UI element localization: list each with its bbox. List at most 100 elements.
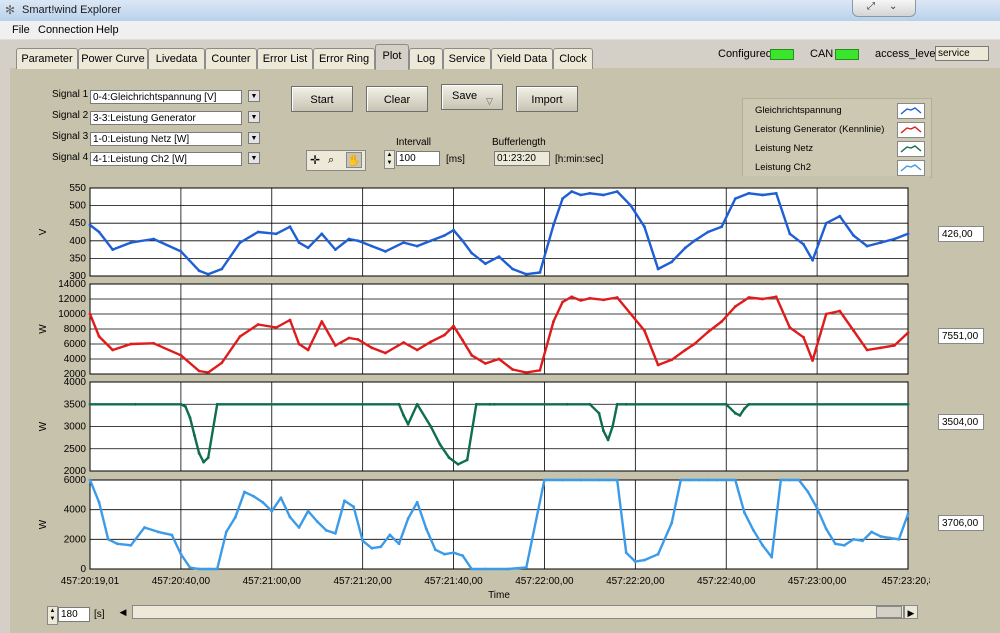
chevron-down-icon[interactable]: ▼: [248, 90, 260, 102]
data-point: [134, 402, 137, 406]
clear-button[interactable]: Clear: [366, 86, 428, 112]
data-point: [579, 299, 583, 302]
readout-signal-1: 426,00: [938, 226, 984, 242]
data-point: [852, 329, 855, 332]
data-point: [865, 244, 869, 248]
signal-2-select[interactable]: 3-3:Leistung Generator: [90, 111, 242, 125]
chevron-down-icon[interactable]: ⌄: [889, 1, 897, 12]
data-point: [656, 363, 660, 367]
crosshair-icon[interactable]: ✛: [310, 153, 324, 167]
data-point: [188, 566, 192, 569]
legend-item[interactable]: Leistung Generator (Kennlinie): [743, 120, 931, 139]
data-point: [811, 359, 814, 362]
intervall-stepper[interactable]: ▲ ▼: [384, 150, 395, 169]
save-button[interactable]: Save ▽: [441, 84, 503, 110]
tab-error-list[interactable]: Error List: [257, 48, 313, 69]
access-level-field[interactable]: service: [935, 46, 989, 61]
scroll-left-icon[interactable]: ◀: [116, 605, 130, 619]
tab-error-ring[interactable]: Error Ring: [313, 48, 375, 69]
data-point: [602, 298, 605, 302]
tab-service[interactable]: Service: [443, 48, 491, 69]
data-point: [361, 539, 365, 543]
data-point: [347, 237, 351, 241]
expand-icon[interactable]: ⤢: [867, 1, 875, 12]
data-point: [429, 425, 433, 428]
data-point: [552, 223, 555, 227]
tab-counter[interactable]: Counter: [205, 48, 257, 69]
tab-log[interactable]: Log: [409, 48, 443, 69]
scroll-thumb[interactable]: [876, 606, 902, 618]
window-controls[interactable]: ⤢ ⌄: [852, 0, 916, 17]
menu-file[interactable]: File: [12, 24, 30, 36]
data-point: [733, 478, 737, 482]
start-button[interactable]: Start: [291, 86, 353, 112]
time-window-stepper[interactable]: ▲ ▼: [47, 606, 58, 625]
tab-parameter[interactable]: Parameter: [16, 48, 78, 69]
tab-power-curve[interactable]: Power Curve: [78, 48, 148, 69]
chevron-down-icon[interactable]: ▼: [248, 152, 260, 164]
data-point: [838, 309, 842, 313]
legend-item[interactable]: Leistung Ch2: [743, 158, 931, 177]
data-point: [252, 494, 256, 498]
data-point: [683, 348, 687, 352]
menu-help[interactable]: Help: [96, 24, 119, 36]
data-point: [588, 402, 592, 406]
data-point: [852, 234, 855, 237]
data-point: [320, 320, 324, 323]
hand-icon[interactable]: ✋: [346, 152, 362, 168]
data-point: [561, 197, 564, 200]
data-point: [861, 539, 864, 543]
data-point: [806, 490, 810, 494]
data-point: [106, 537, 110, 541]
data-point: [88, 223, 92, 227]
signal-3-select[interactable]: 1-0:Leistung Netz [W]: [90, 132, 242, 146]
data-point: [906, 512, 910, 516]
data-point: [370, 244, 374, 248]
signal-4-select[interactable]: 4-1:Leistung Ch2 [W]: [90, 152, 242, 166]
zoom-icon[interactable]: ⌕: [328, 153, 342, 167]
data-point: [579, 478, 583, 482]
data-point: [747, 402, 751, 406]
data-point: [493, 402, 496, 406]
tab-livedata[interactable]: Livedata: [148, 48, 205, 69]
y-tick-label: 2500: [64, 444, 87, 455]
data-point: [406, 422, 410, 426]
data-point: [824, 221, 828, 225]
data-point: [470, 567, 474, 571]
data-point: [179, 250, 183, 253]
tab-yield-data[interactable]: Yield Data: [491, 48, 553, 69]
signal-chart[interactable]: 550500450400350300V140001200010000800060…: [18, 176, 935, 604]
data-point: [770, 555, 774, 559]
data-point: [779, 478, 783, 482]
signal-1-select[interactable]: 0-4:Gleichrichtspannung [V]: [90, 90, 242, 104]
tab-clock[interactable]: Clock: [553, 48, 593, 69]
data-point: [706, 478, 710, 482]
menu-connection[interactable]: Connection: [38, 24, 94, 36]
import-button[interactable]: Import: [516, 86, 578, 112]
data-point: [643, 225, 646, 229]
chevron-down-icon[interactable]: ▼: [248, 132, 260, 144]
y-tick-label: 12000: [58, 294, 86, 305]
data-point: [624, 402, 628, 406]
data-point: [747, 191, 751, 195]
data-point: [761, 193, 764, 197]
chevron-down-icon[interactable]: ▼: [248, 111, 260, 123]
time-scrollbar[interactable]: [132, 605, 904, 619]
data-point: [179, 402, 183, 406]
data-point: [274, 232, 278, 236]
time-window-input[interactable]: 180: [58, 607, 90, 622]
data-point: [679, 478, 683, 482]
data-point: [179, 353, 183, 357]
data-point: [579, 193, 583, 197]
data-point: [743, 407, 746, 411]
intervall-input[interactable]: 100: [396, 151, 440, 166]
legend-item[interactable]: Gleichrichtspannung: [743, 101, 931, 120]
data-point: [774, 191, 778, 195]
scroll-right-icon[interactable]: ▶: [904, 605, 918, 619]
data-point: [656, 267, 660, 271]
legend-item[interactable]: Leistung Netz: [743, 139, 931, 158]
tab-plot[interactable]: Plot: [375, 44, 409, 70]
legend-swatch: [897, 103, 925, 119]
data-point: [288, 318, 292, 322]
data-point: [334, 344, 337, 347]
